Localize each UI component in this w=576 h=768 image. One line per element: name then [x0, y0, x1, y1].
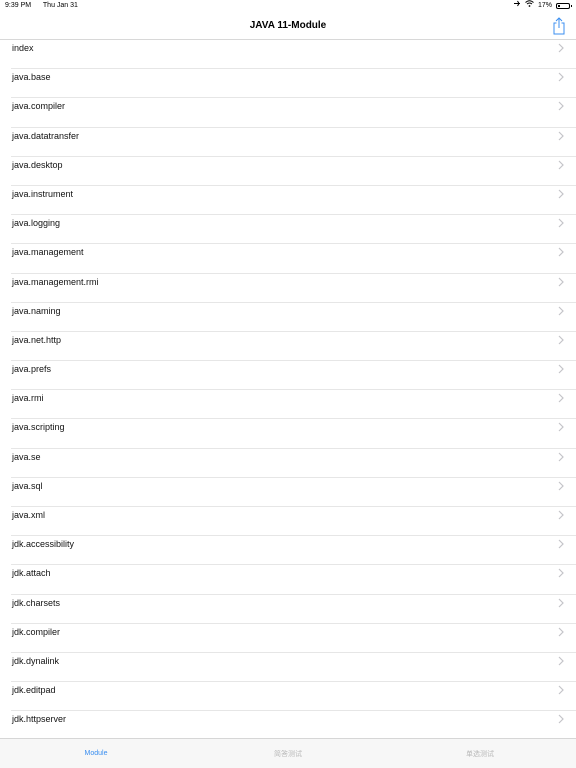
- list-item[interactable]: java.instrument: [0, 186, 576, 216]
- list-item[interactable]: java.xml: [0, 507, 576, 537]
- list-item-label: java.management.rmi: [12, 276, 99, 287]
- list-item-label: java.desktop: [12, 159, 63, 170]
- chevron-right-icon: [558, 598, 564, 607]
- list-item[interactable]: java.base: [0, 69, 576, 99]
- list-item-label: index: [12, 43, 34, 53]
- list-item[interactable]: java.sql: [0, 478, 576, 507]
- chevron-right-icon: [558, 131, 564, 140]
- list-item-label: java.se: [12, 451, 41, 462]
- chevron-right-icon: [558, 539, 564, 549]
- battery-icon: [556, 3, 572, 9]
- chevron-right-icon: [558, 568, 564, 578]
- wifi-icon: [525, 0, 534, 12]
- list-item-label: java.logging: [12, 218, 61, 229]
- list-item[interactable]: java.management.rmi: [0, 274, 576, 303]
- list-item-label: java.datatransfer: [12, 130, 80, 141]
- list-item[interactable]: jdk.charsets: [0, 595, 576, 624]
- list-item[interactable]: jdk.compiler: [0, 624, 576, 653]
- status-time: 9:39 PM: [5, 2, 32, 9]
- list-item[interactable]: jdk.httpserver: [0, 711, 576, 738]
- chevron-right-icon: [558, 306, 564, 316]
- list-item[interactable]: jdk.attach: [0, 565, 576, 595]
- list-item-label: java.base: [12, 72, 51, 83]
- chevron-right-icon: [558, 481, 564, 491]
- chevron-right-icon: [558, 510, 564, 520]
- list-item-label: java.instrument: [12, 188, 74, 199]
- list-item[interactable]: jdk.editpad: [0, 682, 576, 712]
- chevron-right-icon: [558, 189, 564, 199]
- tab-bar: Module 简答测试 单选测试: [0, 738, 576, 768]
- chevron-right-icon: [558, 101, 564, 111]
- list-item[interactable]: java.net.http: [0, 332, 576, 362]
- chevron-right-icon: [558, 656, 564, 666]
- chevron-right-icon: [558, 43, 564, 53]
- list-item-label: jdk.charsets: [12, 597, 61, 608]
- list-item-label: java.prefs: [12, 364, 52, 375]
- list-item[interactable]: java.desktop: [0, 157, 576, 186]
- chevron-right-icon: [558, 277, 564, 286]
- chevron-right-icon: [558, 247, 564, 257]
- chevron-right-icon: [558, 160, 564, 170]
- tab-short-answer-test[interactable]: 简答测试: [213, 749, 363, 759]
- list-item-label: java.sql: [12, 480, 43, 491]
- list-item[interactable]: java.logging: [0, 215, 576, 245]
- airplane-icon: [513, 0, 521, 12]
- list-item[interactable]: java.scripting: [0, 419, 576, 449]
- battery-percent: 17%: [537, 2, 552, 9]
- list-item-label: java.xml: [12, 510, 46, 520]
- list-item-label: java.naming: [12, 305, 61, 316]
- tab-module[interactable]: Module: [21, 750, 171, 757]
- chevron-right-icon: [558, 393, 564, 403]
- share-icon: [553, 17, 565, 35]
- status-date: Thu Jan 31: [42, 2, 78, 9]
- chevron-right-icon: [558, 364, 564, 374]
- chevron-right-icon: [558, 685, 564, 695]
- chevron-right-icon: [558, 423, 564, 432]
- list-item[interactable]: jdk.dynalink: [0, 653, 576, 683]
- list-item[interactable]: java.se: [0, 449, 576, 478]
- list-item[interactable]: java.rmi: [0, 390, 576, 420]
- status-bar: 9:39 PM Thu Jan 31 17%: [0, 0, 576, 12]
- list-item[interactable]: java.compiler: [0, 98, 576, 128]
- list-item[interactable]: java.datatransfer: [0, 128, 576, 157]
- list-item[interactable]: java.naming: [0, 303, 576, 332]
- list-item-label: java.management: [12, 247, 84, 258]
- app-root: 9:39 PM Thu Jan 31 17% JAVA 11-Module in…: [0, 0, 576, 768]
- module-list: index java.base java.compiler java.datatran…: [0, 40, 576, 738]
- list-item-label: java.net.http: [12, 334, 62, 345]
- share-button[interactable]: [552, 17, 566, 35]
- list-item-label: java.scripting: [12, 422, 65, 433]
- chevron-right-icon: [558, 627, 564, 637]
- page-title: JAVA 11-Module: [249, 20, 327, 31]
- navigation-bar: JAVA 11-Module: [0, 12, 576, 40]
- list-item[interactable]: index: [0, 40, 576, 70]
- list-item-label: java.compiler: [12, 101, 66, 112]
- status-left: 9:39 PM Thu Jan 31: [5, 0, 88, 12]
- tab-single-choice-test[interactable]: 单选测试: [405, 749, 555, 759]
- list-item[interactable]: java.management: [0, 244, 576, 274]
- list-item-label: jdk.editpad: [12, 685, 56, 696]
- list-item-label: jdk.compiler: [12, 626, 61, 637]
- chevron-right-icon: [558, 452, 564, 462]
- list-item-label: jdk.accessibility: [12, 539, 75, 550]
- list-item-label: jdk.attach: [12, 568, 51, 579]
- list-item[interactable]: java.prefs: [0, 361, 576, 391]
- chevron-right-icon: [558, 72, 564, 82]
- list-item-label: jdk.dynalink: [12, 655, 60, 666]
- chevron-right-icon: [558, 335, 564, 345]
- list-item[interactable]: jdk.accessibility: [0, 536, 576, 566]
- chevron-right-icon: [558, 714, 564, 724]
- chevron-right-icon: [558, 218, 564, 228]
- battery-fill: [558, 5, 560, 7]
- list-item-label: java.rmi: [12, 393, 44, 404]
- list-item-label: jdk.httpserver: [12, 714, 67, 725]
- status-right: 17%: [513, 0, 572, 12]
